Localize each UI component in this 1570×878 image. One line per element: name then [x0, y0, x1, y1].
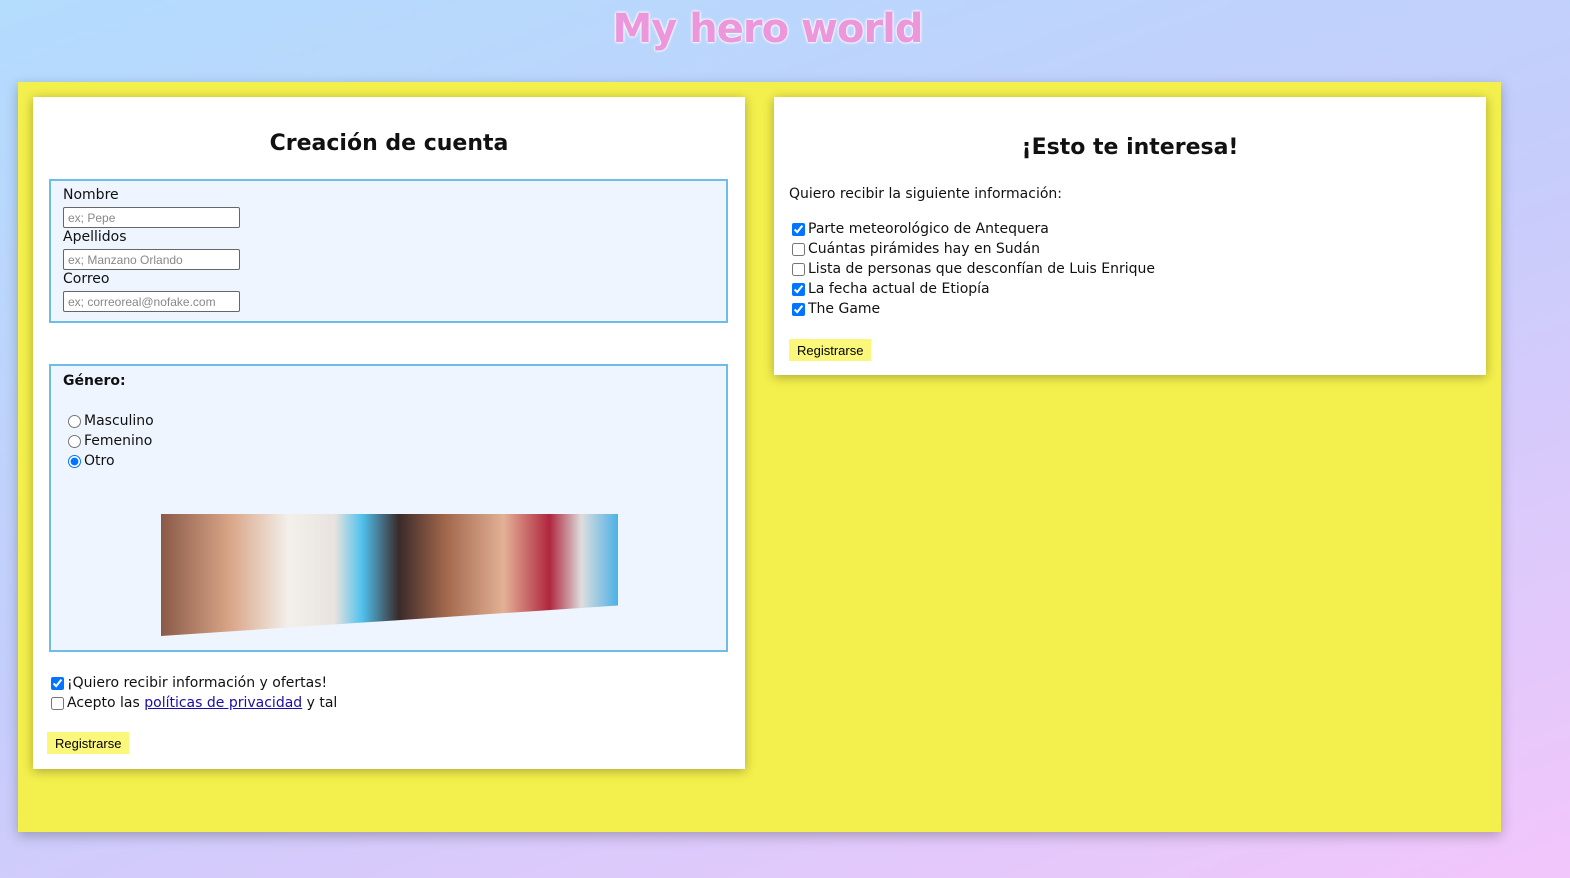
nombre-input[interactable]: [63, 207, 240, 228]
correo-input[interactable]: [63, 291, 240, 312]
privacy-prefix: Acepto las: [67, 695, 145, 711]
apellidos-input[interactable]: [63, 249, 240, 270]
interest-item[interactable]: Lista de personas que desconfían de Luis…: [792, 261, 1155, 277]
interest-label: La fecha actual de Etiopía: [808, 281, 990, 297]
radio-label: Femenino: [84, 433, 153, 449]
interest-label: Lista de personas que desconfían de Luis…: [808, 261, 1155, 277]
interests-title: ¡Esto te interesa!: [1021, 135, 1239, 160]
correo-label: Correo: [63, 271, 110, 287]
gender-fieldset: Género: Masculino Femenino Otro: [49, 364, 728, 652]
interest-checkbox[interactable]: [792, 242, 805, 256]
site-title: My hero world: [612, 6, 923, 52]
radio-femenino[interactable]: [68, 434, 81, 448]
offers-checkbox[interactable]: [51, 676, 64, 690]
interest-item[interactable]: Cuántas pirámides hay en Sudán: [792, 241, 1040, 257]
interest-checkbox[interactable]: [792, 302, 805, 316]
register-button[interactable]: Registrarse: [47, 732, 130, 754]
radio-label: Masculino: [84, 413, 154, 429]
interest-label: Parte meteorológico de Antequera: [808, 221, 1049, 237]
gender-option-masculino[interactable]: Masculino: [68, 413, 154, 429]
account-title: Creación de cuenta: [269, 131, 509, 156]
interest-label: The Game: [808, 301, 881, 317]
interests-register-button[interactable]: Registrarse: [789, 339, 872, 361]
heroes-banner-image: [161, 514, 618, 636]
interest-label: Cuántas pirámides hay en Sudán: [808, 241, 1041, 257]
radio-masculino[interactable]: [68, 414, 81, 428]
privacy-checkbox[interactable]: [51, 696, 64, 710]
gender-option-femenino[interactable]: Femenino: [68, 433, 152, 449]
apellidos-label: Apellidos: [63, 229, 127, 245]
interest-checkbox[interactable]: [792, 222, 805, 236]
gender-label: Género:: [63, 373, 126, 389]
personal-info-fieldset: Nombre Apellidos Correo: [49, 179, 728, 323]
interest-item[interactable]: Parte meteorológico de Antequera: [792, 221, 1049, 237]
privacy-suffix: y tal: [302, 695, 338, 711]
interests-intro: Quiero recibir la siguiente información:: [789, 186, 1063, 202]
interest-checkbox[interactable]: [792, 282, 805, 296]
account-form-card: Creación de cuenta Nombre Apellidos Corr…: [33, 97, 745, 769]
privacy-checkbox-row: Acepto las políticas de privacidad y tal: [51, 695, 337, 711]
privacy-policy-link[interactable]: políticas de privacidad: [144, 695, 302, 711]
offers-checkbox-row[interactable]: ¡Quiero recibir información y ofertas!: [51, 675, 327, 691]
offers-label: ¡Quiero recibir información y ofertas!: [67, 675, 328, 691]
radio-otro[interactable]: [68, 454, 81, 468]
interest-item[interactable]: La fecha actual de Etiopía: [792, 281, 990, 297]
radio-label: Otro: [84, 453, 115, 469]
interest-item[interactable]: The Game: [792, 301, 880, 317]
gender-option-otro[interactable]: Otro: [68, 453, 115, 469]
main-container: Creación de cuenta Nombre Apellidos Corr…: [18, 82, 1501, 832]
interest-checkbox[interactable]: [792, 262, 805, 276]
interests-card: ¡Esto te interesa! Quiero recibir la sig…: [774, 97, 1486, 375]
nombre-label: Nombre: [63, 187, 119, 203]
